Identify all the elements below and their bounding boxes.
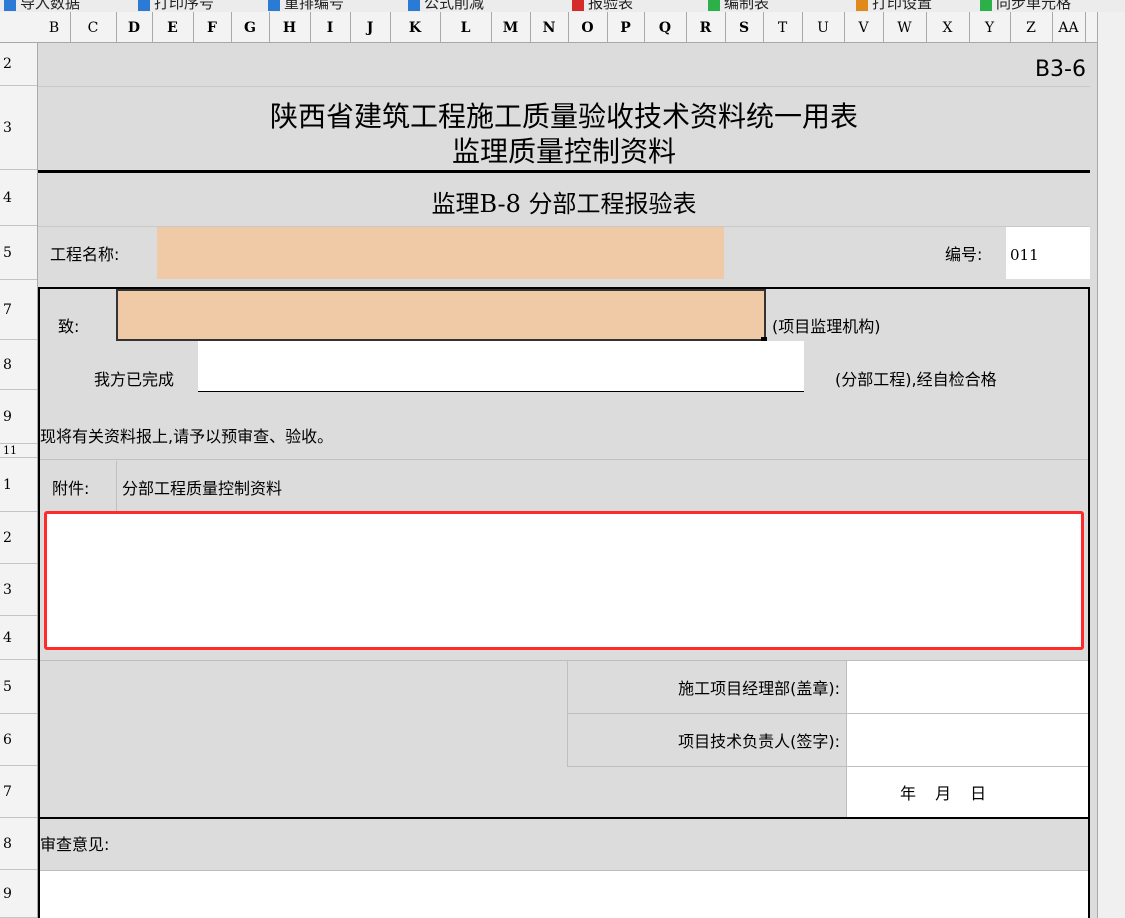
column-header[interactable]: U bbox=[802, 12, 845, 43]
column-header[interactable]: N bbox=[530, 12, 569, 43]
review-divider bbox=[38, 817, 1090, 819]
column-header[interactable]: J bbox=[350, 12, 391, 43]
column-header[interactable]: O bbox=[568, 12, 608, 43]
toolbar-item-sync[interactable]: 同步单元格 bbox=[980, 0, 1071, 12]
column-header[interactable]: W bbox=[883, 12, 927, 43]
project-name-field[interactable] bbox=[157, 227, 724, 279]
sync-icon bbox=[980, 0, 992, 11]
toolbar-item-renumber[interactable]: 重排编号 bbox=[268, 0, 344, 12]
row-header[interactable]: 9 bbox=[0, 390, 37, 444]
column-header[interactable]: P bbox=[607, 12, 645, 43]
completed-label: 我方已完成 bbox=[94, 370, 175, 389]
review-field[interactable] bbox=[40, 870, 1088, 918]
column-header[interactable]: F bbox=[193, 12, 232, 43]
to-label: 致: bbox=[58, 317, 80, 336]
dept-label: 施工项目经理部(盖章): bbox=[678, 679, 840, 698]
column-header[interactable]: L bbox=[440, 12, 492, 43]
column-header[interactable]: S bbox=[725, 12, 764, 43]
report-icon bbox=[572, 0, 584, 11]
column-header[interactable]: D bbox=[116, 12, 153, 43]
row-header[interactable]: 2 bbox=[0, 512, 37, 564]
column-header[interactable]: V bbox=[844, 12, 884, 43]
formula-icon bbox=[408, 0, 420, 11]
toolbar-item-import[interactable]: 导入数据 bbox=[4, 0, 80, 12]
column-header[interactable]: Y bbox=[969, 12, 1011, 43]
column-header[interactable]: T bbox=[763, 12, 803, 43]
to-suffix: (项目监理机构) bbox=[772, 317, 881, 336]
row-header[interactable]: 3 bbox=[0, 564, 37, 616]
toolbar-item-formula[interactable]: 公式削减 bbox=[408, 0, 484, 12]
row-header[interactable]: 11 bbox=[0, 444, 37, 458]
row-header[interactable]: 3 bbox=[0, 86, 37, 170]
form-title-sub: 监理质量控制资料 bbox=[451, 135, 676, 168]
column-header[interactable]: M bbox=[491, 12, 531, 43]
toolbar: 导入数据 打印序号 重排编号 公式削减 报验表 编制表 打印设置 同步单元格 bbox=[0, 0, 1125, 12]
form-title: 陕西省建筑工程施工质量验收技术资料统一用表 bbox=[269, 100, 858, 133]
grid-line bbox=[38, 86, 1090, 87]
column-header-bar: B C D E F G H I J K L M N O P Q R S T U … bbox=[0, 12, 1097, 43]
column-header[interactable]: K bbox=[390, 12, 441, 43]
attachment-label: 附件: bbox=[52, 479, 90, 498]
column-header[interactable]: X bbox=[926, 12, 970, 43]
row-header[interactable]: 4 bbox=[0, 170, 37, 226]
dept-seal-field[interactable] bbox=[846, 661, 1088, 713]
toolbar-item-sheet[interactable]: 编制表 bbox=[708, 0, 769, 12]
review-label: 审查意见: bbox=[40, 835, 110, 854]
row-header[interactable]: 8 bbox=[0, 340, 37, 390]
toolbar-item-print-serial[interactable]: 打印序号 bbox=[138, 0, 214, 12]
row-header-bar: 2 3 4 5 7 8 9 11 1 2 3 4 5 6 7 8 9 bbox=[0, 43, 38, 918]
column-header[interactable]: H bbox=[269, 12, 311, 43]
sheet-icon bbox=[708, 0, 720, 11]
column-header[interactable]: Q bbox=[644, 12, 687, 43]
to-field[interactable] bbox=[116, 289, 766, 341]
row-header[interactable]: 8 bbox=[0, 818, 37, 870]
grid-line bbox=[40, 459, 1088, 460]
vertical-scroll-area[interactable] bbox=[1097, 12, 1125, 918]
submit-text: 现将有关资料报上,请予以预审查、验收。 bbox=[40, 427, 334, 446]
toolbar-item-report[interactable]: 报验表 bbox=[572, 0, 633, 12]
column-header[interactable]: G bbox=[231, 12, 270, 43]
column-header[interactable]: I bbox=[310, 12, 351, 43]
attachment-value: 分部工程质量控制资料 bbox=[122, 479, 283, 498]
completed-suffix: (分部工程),经自检合格 bbox=[835, 370, 997, 389]
import-icon bbox=[4, 0, 16, 11]
column-header[interactable]: B bbox=[38, 12, 71, 43]
renumber-icon bbox=[268, 0, 280, 11]
form-code: B3-6 bbox=[1034, 57, 1086, 82]
attachment-detail-field[interactable] bbox=[44, 511, 1084, 650]
row-header[interactable]: 7 bbox=[0, 280, 37, 340]
column-header[interactable]: Z bbox=[1010, 12, 1053, 43]
completed-field[interactable] bbox=[198, 341, 804, 392]
number-label: 编号: bbox=[945, 245, 983, 264]
grid-line bbox=[116, 461, 117, 511]
number-value: 011 bbox=[1010, 246, 1039, 264]
column-header[interactable]: R bbox=[686, 12, 726, 43]
toolbar-item-print-settings[interactable]: 打印设置 bbox=[856, 0, 932, 12]
row-header[interactable]: 1 bbox=[0, 458, 37, 512]
row-header[interactable]: 5 bbox=[0, 226, 37, 280]
tech-sign-field[interactable] bbox=[846, 714, 1088, 766]
row-header[interactable]: 5 bbox=[0, 660, 37, 714]
row-header[interactable]: 7 bbox=[0, 766, 37, 818]
row-header[interactable]: 2 bbox=[0, 43, 37, 86]
column-header[interactable]: AA bbox=[1052, 12, 1086, 43]
date-label: 年 月 日 bbox=[900, 784, 987, 803]
row-header[interactable]: 4 bbox=[0, 616, 37, 660]
form-subtitle: 监理B-8 分部工程报验表 bbox=[431, 190, 697, 218]
row-header[interactable]: 6 bbox=[0, 714, 37, 766]
tech-label: 项目技术负责人(签字): bbox=[678, 732, 840, 751]
title-divider bbox=[38, 170, 1090, 173]
project-name-label: 工程名称: bbox=[50, 245, 120, 264]
print-icon bbox=[138, 0, 150, 11]
print-settings-icon bbox=[856, 0, 868, 11]
column-header[interactable]: C bbox=[70, 12, 117, 43]
column-header[interactable]: E bbox=[152, 12, 194, 43]
row-header[interactable]: 9 bbox=[0, 870, 37, 918]
